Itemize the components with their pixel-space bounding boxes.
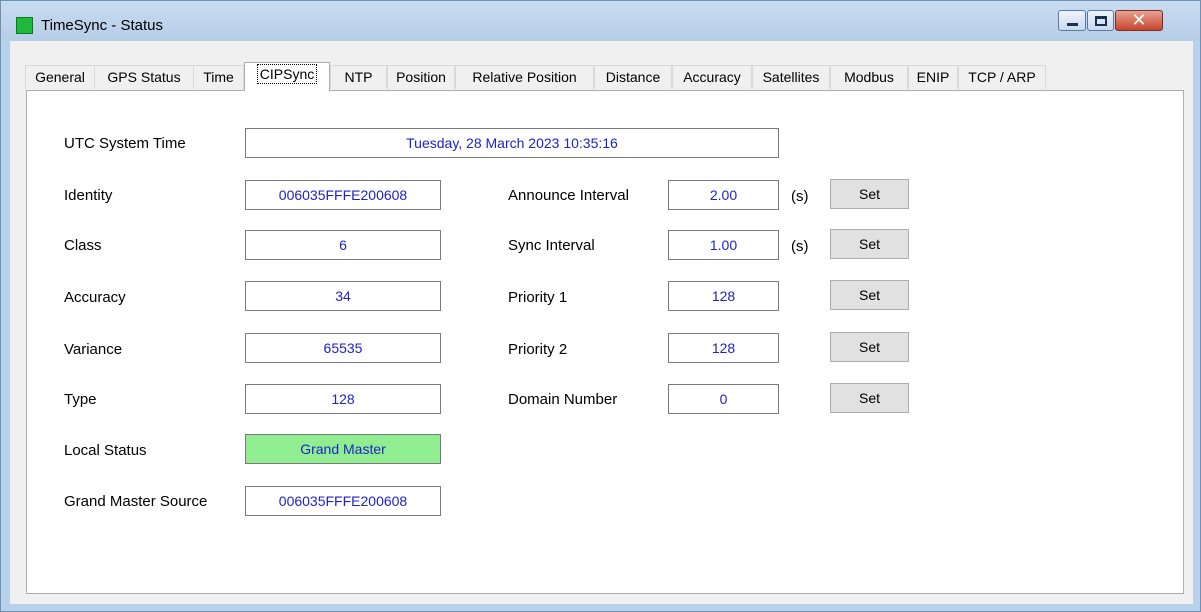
tab-time[interactable]: Time — [193, 65, 244, 89]
tab-ntp[interactable]: NTP — [330, 65, 387, 89]
app-icon — [16, 17, 33, 34]
variance-field: 65535 — [245, 333, 441, 363]
minimize-button[interactable] — [1058, 10, 1086, 31]
priority-1-label: Priority 1 — [508, 289, 568, 306]
close-icon: ✕ — [1131, 9, 1147, 31]
priority-2-set-button[interactable]: Set — [830, 332, 909, 362]
domain-number-input[interactable]: 0 — [668, 384, 779, 414]
maximize-icon — [1094, 15, 1107, 26]
tab-accuracy[interactable]: Accuracy — [672, 65, 752, 89]
tab-strip: General GPS Status Time CIPSync NTP Posi… — [10, 41, 1193, 91]
announce-interval-set-button[interactable]: Set — [830, 179, 909, 209]
tab-gps-status[interactable]: GPS Status — [94, 65, 194, 89]
class-field: 6 — [245, 230, 441, 260]
sync-interval-unit: (s) — [791, 238, 809, 255]
priority-1-set-button[interactable]: Set — [830, 280, 909, 310]
sync-interval-label: Sync Interval — [508, 237, 595, 254]
sync-interval-input[interactable]: 1.00 — [668, 230, 779, 260]
local-status-field: Grand Master — [245, 434, 441, 464]
type-field: 128 — [245, 384, 441, 414]
priority-2-input[interactable]: 128 — [668, 333, 779, 363]
sync-interval-set-button[interactable]: Set — [830, 229, 909, 259]
tab-tcp-arp[interactable]: TCP / ARP — [958, 65, 1046, 89]
tab-cipsync-label: CIPSync — [256, 64, 318, 84]
variance-label: Variance — [64, 341, 123, 358]
announce-interval-unit: (s) — [791, 188, 809, 205]
tab-distance[interactable]: Distance — [594, 65, 672, 89]
announce-interval-input[interactable]: 2.00 — [668, 180, 779, 210]
local-status-label: Local Status — [64, 442, 147, 459]
identity-field: 006035FFFE200608 — [245, 180, 441, 210]
grand-master-source-field: 006035FFFE200608 — [245, 486, 441, 516]
accuracy-label: Accuracy — [64, 289, 126, 306]
tab-position[interactable]: Position — [387, 65, 455, 89]
tab-relative-position[interactable]: Relative Position — [455, 65, 594, 89]
tab-cipsync[interactable]: CIPSync — [244, 62, 330, 91]
type-label: Type — [64, 391, 97, 408]
domain-number-set-button[interactable]: Set — [830, 383, 909, 413]
client-area: General GPS Status Time CIPSync NTP Posi… — [10, 41, 1193, 604]
priority-1-input[interactable]: 128 — [668, 281, 779, 311]
utc-system-time-field: Tuesday, 28 March 2023 10:35:16 — [245, 128, 779, 158]
maximize-button[interactable] — [1087, 10, 1114, 31]
announce-interval-label: Announce Interval — [508, 187, 629, 204]
class-label: Class — [64, 237, 102, 254]
tab-general[interactable]: General — [25, 65, 95, 89]
domain-number-label: Domain Number — [508, 391, 618, 408]
priority-2-label: Priority 2 — [508, 341, 568, 358]
utc-system-time-label: UTC System Time — [64, 135, 186, 152]
grand-master-source-label: Grand Master Source — [64, 493, 208, 510]
close-button[interactable]: ✕ — [1115, 10, 1163, 31]
title-bar[interactable]: TimeSync - Status ✕ — [1, 1, 1200, 41]
cipsync-panel: UTC System Time Tuesday, 28 March 2023 1… — [26, 90, 1184, 594]
timesync-status-window: TimeSync - Status ✕ General GPS Status T… — [0, 0, 1201, 612]
tab-satellites[interactable]: Satellites — [752, 65, 830, 89]
tab-enip[interactable]: ENIP — [908, 65, 958, 89]
minimize-icon — [1066, 22, 1078, 26]
accuracy-field: 34 — [245, 281, 441, 311]
tab-modbus[interactable]: Modbus — [830, 65, 908, 89]
window-title: TimeSync - Status — [41, 17, 163, 34]
identity-label: Identity — [64, 187, 113, 204]
